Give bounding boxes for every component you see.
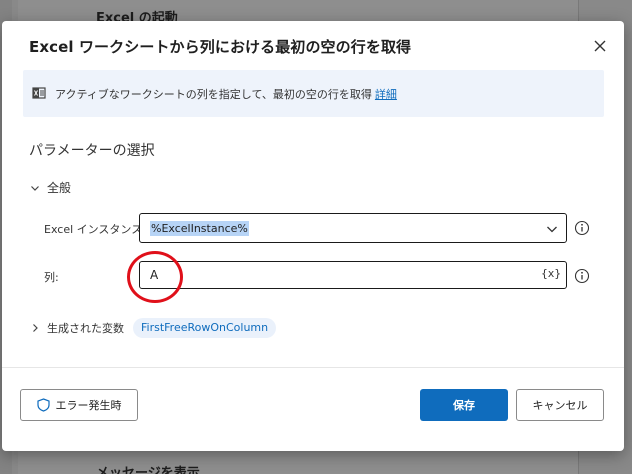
excel-instance-select[interactable]: %ExcelInstance% bbox=[139, 213, 567, 243]
chevron-right-icon[interactable] bbox=[29, 322, 41, 334]
banner-text: アクティブなワークシートの列を指定して、最初の空の行を取得 詳細 bbox=[55, 86, 397, 102]
general-group-toggle[interactable]: 全般 bbox=[29, 179, 71, 196]
column-label: 列: bbox=[44, 271, 59, 284]
shield-icon bbox=[36, 398, 50, 412]
info-icon[interactable] bbox=[574, 268, 590, 284]
excel-icon bbox=[32, 87, 46, 99]
chevron-down-icon bbox=[547, 226, 557, 233]
close-icon bbox=[594, 40, 606, 52]
generated-variables-label[interactable]: 生成された変数 bbox=[47, 320, 124, 336]
on-error-label: エラー発生時 bbox=[55, 399, 122, 412]
general-group-label: 全般 bbox=[47, 181, 72, 195]
annotation-circle bbox=[127, 251, 183, 303]
info-banner: アクティブなワークシートの列を指定して、最初の空の行を取得 詳細 bbox=[23, 70, 604, 117]
column-input[interactable]: A {x} bbox=[139, 261, 567, 289]
details-link[interactable]: 詳細 bbox=[375, 88, 397, 101]
excel-instance-label: Excel インスタンス: bbox=[44, 223, 146, 236]
action-dialog: Excel ワークシートから列における最初の空の行を取得 アクティブなワークシー… bbox=[2, 21, 624, 451]
info-icon[interactable] bbox=[574, 220, 590, 236]
on-error-button[interactable]: エラー発生時 bbox=[20, 389, 138, 421]
variable-chip[interactable]: FirstFreeRowOnColumn bbox=[133, 318, 277, 338]
close-button[interactable] bbox=[590, 36, 610, 56]
save-button[interactable]: 保存 bbox=[420, 389, 508, 421]
dialog-title: Excel ワークシートから列における最初の空の行を取得 bbox=[29, 38, 412, 56]
banner-description: アクティブなワークシートの列を指定して、最初の空の行を取得 bbox=[55, 88, 372, 101]
chevron-down-icon bbox=[31, 185, 39, 191]
excel-instance-value: %ExcelInstance% bbox=[150, 221, 249, 236]
footer-divider bbox=[2, 367, 624, 368]
section-title: パラメーターの選択 bbox=[29, 143, 155, 159]
insert-variable-button[interactable]: {x} bbox=[541, 267, 561, 280]
generated-variables-row: 生成された変数 FirstFreeRowOnColumn bbox=[29, 318, 277, 338]
cancel-button[interactable]: キャンセル bbox=[516, 389, 604, 421]
